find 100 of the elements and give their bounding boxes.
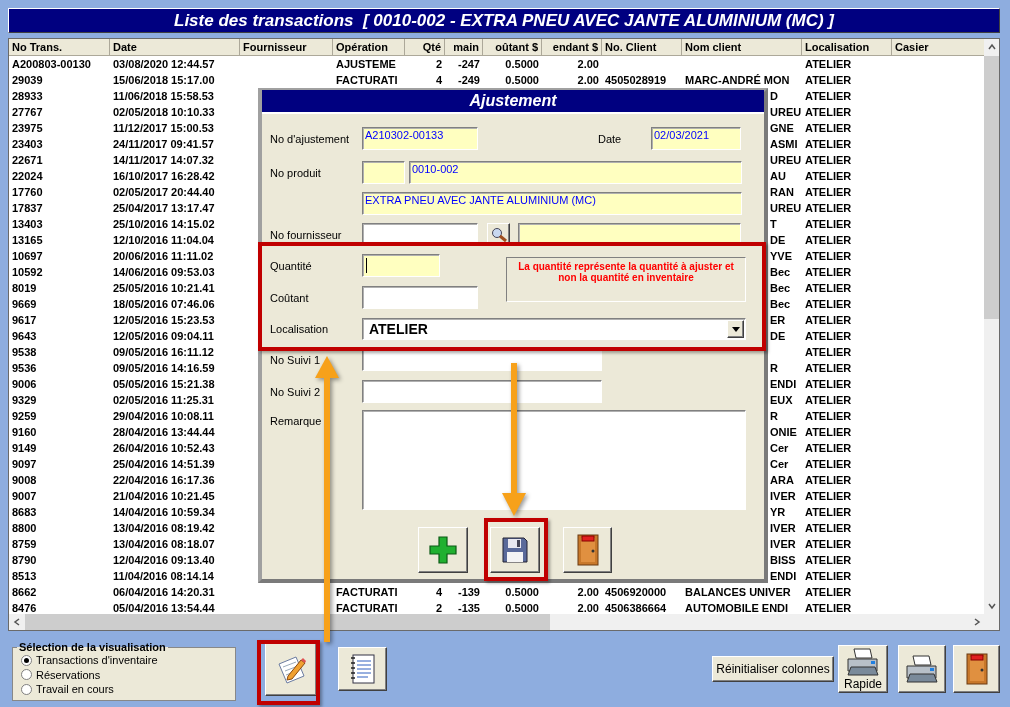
table-cell-text: 4 <box>434 585 443 600</box>
input-field[interactable] <box>362 286 478 309</box>
table-cell-text: IVER <box>769 537 797 552</box>
input-field[interactable]: EXTRA PNEU AVEC JANTE ALUMINIUM (MC) <box>362 192 742 215</box>
remark-field[interactable] <box>362 410 746 510</box>
table-cell-text: ASMI <box>769 137 799 152</box>
table-cell-text: ATELIER <box>804 169 853 184</box>
table-cell-text: 22671 <box>11 153 44 168</box>
table-cell-text: 4506920000 <box>604 585 668 600</box>
print-button[interactable] <box>898 645 946 693</box>
highlight-frame <box>484 518 548 581</box>
table-cell-text: ONIE <box>769 425 798 440</box>
table-cell-text: 8476 <box>11 601 38 614</box>
input-field[interactable] <box>362 161 405 184</box>
column-header[interactable]: Nom client <box>682 39 802 56</box>
table-cell-text: ATELIER <box>804 441 853 456</box>
table-cell-text: 02/05/2016 11:25.31 <box>112 393 215 408</box>
table-cell-text: 25/04/2016 14:51.39 <box>112 457 216 472</box>
table-cell-text: ATELIER <box>804 553 853 568</box>
table-cell-text: UREU <box>769 201 802 216</box>
table-cell-text: 13403 <box>11 217 44 232</box>
table-cell-text: 8790 <box>11 553 38 568</box>
table-cell-text: 9097 <box>11 457 38 472</box>
table-cell-text: 4506386664 <box>604 601 668 614</box>
quick-print-button[interactable]: Rapide <box>838 645 888 693</box>
table-cell-text: ATELIER <box>804 377 853 392</box>
column-header[interactable]: endant $ <box>542 39 602 56</box>
field-label: No d'ajustement <box>269 132 351 145</box>
table-cell-text: ATELIER <box>804 601 853 614</box>
table-cell-text: GNE <box>769 121 795 136</box>
table-cell-text: 23403 <box>11 137 44 152</box>
input-field[interactable]: A210302-00133 <box>362 127 478 150</box>
exit-door-icon <box>574 533 601 567</box>
table-cell-text: ATELIER <box>804 521 853 536</box>
input-field[interactable]: 02/03/2021 <box>651 127 741 150</box>
table-cell-text: ATELIER <box>804 217 853 232</box>
table-cell-text: 2.00 <box>576 73 600 88</box>
table-cell-text: ATELIER <box>804 569 853 584</box>
table-cell-text: 14/04/2016 10:59.34 <box>112 505 216 520</box>
edit-button[interactable] <box>265 642 317 696</box>
column-header[interactable]: Localisation <box>802 39 892 56</box>
table-cell-text: MARC-ANDRÉ MON <box>684 73 791 88</box>
table-cell-text: 8019 <box>11 281 38 296</box>
table-cell-text: ATELIER <box>804 185 853 200</box>
table-cell-text: ATELIER <box>804 105 853 120</box>
table-cell-text: BISS <box>769 553 797 568</box>
table-cell-text: 8683 <box>11 505 38 520</box>
column-header[interactable]: main <box>445 39 483 56</box>
column-header[interactable]: Fournisseur <box>240 39 333 56</box>
table-cell-text: 9617 <box>11 313 38 328</box>
quantity-field[interactable] <box>362 254 440 277</box>
table-cell-text: 12/05/2016 15:23.53 <box>112 313 216 328</box>
table-cell-text: ATELIER <box>804 329 853 344</box>
table-cell-text: 9538 <box>11 345 38 360</box>
reset-columns-button[interactable]: Réinitialiser colonnes <box>712 656 834 682</box>
column-header[interactable]: Opération <box>333 39 405 56</box>
table-cell-text: ATELIER <box>804 73 853 88</box>
table-cell-text: ATELIER <box>804 121 853 136</box>
table-cell-text: YVE <box>769 249 793 264</box>
table-cell-text: 11/06/2018 15:58.53 <box>112 89 215 104</box>
table-cell-text: 17760 <box>11 185 44 200</box>
add-button[interactable] <box>418 527 468 573</box>
table-cell-text: R <box>769 361 779 376</box>
location-dropdown[interactable]: ATELIER <box>362 318 746 340</box>
table-cell-text: 15/06/2018 15:17.00 <box>112 73 216 88</box>
column-header[interactable]: Qté <box>405 39 445 56</box>
table-cell-text: 10697 <box>11 249 44 264</box>
search-icon <box>489 226 508 243</box>
table-cell-text: Bec <box>769 265 792 280</box>
exit-button[interactable] <box>953 645 1000 693</box>
exit-button[interactable] <box>563 527 612 573</box>
table-cell-text: -139 <box>456 585 481 600</box>
table-cell-text: 11/04/2016 08:14.14 <box>112 569 215 584</box>
input-field[interactable] <box>362 380 602 403</box>
table-cell-text: 17837 <box>11 201 44 216</box>
table-cell-text: ATELIER <box>804 233 853 248</box>
save-button[interactable] <box>490 527 540 573</box>
column-header[interactable]: Casier <box>892 39 984 56</box>
input-field[interactable]: 0010-002 <box>409 161 742 184</box>
table-cell-text: 29039 <box>11 73 44 88</box>
table-cell-text: ATELIER <box>804 249 853 264</box>
table-cell-text: 13/04/2016 08:19.42 <box>112 521 216 536</box>
table-cell-text: 4 <box>434 73 443 88</box>
table-cell-text: 28933 <box>11 89 44 104</box>
table-cell-text: FACTURATI <box>335 73 399 88</box>
table-cell-text: 8513 <box>11 569 38 584</box>
table-cell-text: T <box>769 217 778 232</box>
column-header[interactable]: No Trans. <box>9 39 110 56</box>
document-button[interactable] <box>338 647 387 691</box>
table-cell-text: ER <box>769 313 787 328</box>
table-cell-text: 09/05/2016 14:16.59 <box>112 361 216 376</box>
column-header[interactable]: oûtant $ <box>483 39 542 56</box>
radio-option[interactable]: Réservations <box>21 667 235 682</box>
table-cell-text: RAN <box>769 185 795 200</box>
column-header[interactable]: No. Client <box>602 39 682 56</box>
radio-option[interactable]: Travail en cours <box>21 682 235 697</box>
table-cell-text: AJUSTEME <box>335 57 397 72</box>
table-cell-text: YR <box>769 505 787 520</box>
radio-option[interactable]: Transactions d'inventaire <box>21 653 235 668</box>
column-header[interactable]: Date <box>110 39 240 56</box>
